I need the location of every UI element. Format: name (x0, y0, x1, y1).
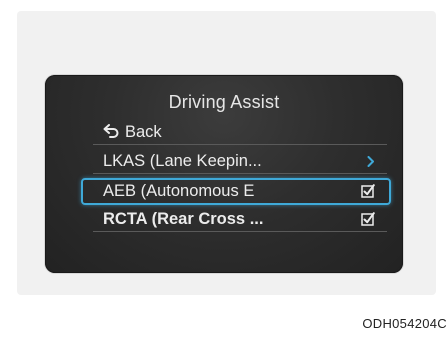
chevron-right-icon (367, 156, 374, 167)
menu-item-aeb-label: AEB (Autonomous E (103, 182, 255, 200)
menu-item-aeb[interactable]: AEB (Autonomous E (81, 178, 391, 205)
menu-item-lkas[interactable]: LKAS (Lane Keepin... (93, 149, 387, 174)
menu-item-rcta[interactable]: RCTA (Rear Cross ... (93, 207, 387, 232)
screen-title: Driving Assist (168, 92, 280, 112)
image-code: ODH054204C (362, 316, 447, 331)
checkbox-checked-icon[interactable] (361, 212, 375, 226)
back-arrow-icon (103, 124, 119, 138)
checkbox-checked-icon[interactable] (361, 184, 375, 198)
driving-assist-screen: Driving Assist Back LKAS (Lane Keepin...… (45, 75, 403, 273)
back-row-label: Back (103, 120, 162, 145)
menu-item-lkas-label: LKAS (Lane Keepin... (103, 152, 262, 170)
back-button[interactable]: Back (93, 120, 387, 145)
menu-item-rcta-label: RCTA (Rear Cross ... (103, 210, 264, 228)
back-label: Back (125, 123, 162, 141)
